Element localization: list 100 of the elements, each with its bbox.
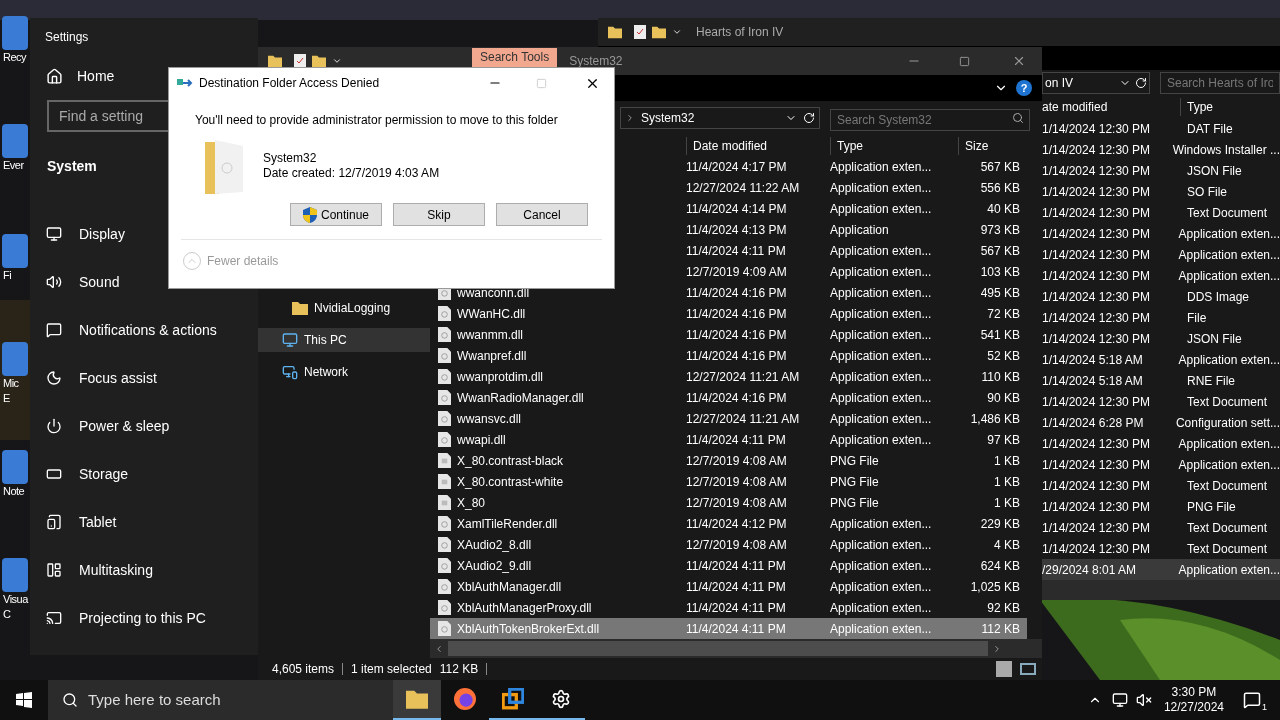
file-row[interactable]: Wwanpref.dll 11/4/2024 4:16 PM Application exten... 52 KB <box>430 345 1027 366</box>
column-header[interactable]: Date modified <box>686 136 830 155</box>
file-row[interactable]: 1/14/2024 12:30 PM Application exten... <box>1042 265 1280 286</box>
help-button[interactable]: ? <box>1016 80 1032 96</box>
table-cell-text: Application exten... <box>830 368 933 386</box>
file-row[interactable]: X_80.contrast-white 12/7/2019 4:08 AM PNG File 1 KB <box>430 471 1027 492</box>
nav-item[interactable]: Multitasking <box>30 546 258 594</box>
dialog-button[interactable]: Cancel <box>496 203 588 226</box>
file-row[interactable]: XblAuthManager.dll 11/4/2024 4:11 PM Application exten... 1,025 KB <box>430 576 1027 597</box>
table-cell-text: 40 KB <box>986 200 1020 218</box>
file-row[interactable]: XAudio2_9.dll 11/4/2024 4:11 PM Application exten... 624 KB <box>430 555 1027 576</box>
search-box[interactable]: Type here to search <box>48 680 393 720</box>
file-name: XAudio2_9.dll <box>457 557 532 575</box>
file-row[interactable]: XblAuthManagerProxy.dll 11/4/2024 4:11 PM Application exten... 92 KB <box>430 597 1027 618</box>
table-cell-text: Application exten... <box>830 431 933 449</box>
table-cell-text: 1/14/2024 12:30 PM <box>1042 288 1152 306</box>
file-row[interactable]: 1/14/2024 12:30 PM File <box>1042 307 1280 328</box>
file-row[interactable]: 1/14/2024 6:28 PM Configuration sett... <box>1042 412 1280 433</box>
desktop-icon-label: Ever <box>3 158 24 173</box>
nav-item[interactable]: NvidiaLogging <box>258 296 430 320</box>
file-row[interactable]: 1/14/2024 12:30 PM Application exten... <box>1042 433 1280 454</box>
table-cell-text: Application exten... <box>1177 435 1280 453</box>
file-row[interactable]: XamlTileRender.dll 11/4/2024 4:12 PM Application exten... 229 KB <box>430 513 1027 534</box>
nav-item[interactable]: Notifications & actions <box>30 306 258 354</box>
file-row[interactable]: 1/14/2024 12:30 PM Windows Installer ... <box>1042 139 1280 160</box>
file-row[interactable]: wwanprotdim.dll 12/27/2024 11:21 AM Application exten... 110 KB <box>430 366 1027 387</box>
search-field[interactable]: Search Hearts of Iro <box>1160 72 1280 94</box>
dialog-button[interactable]: Skip <box>393 203 485 226</box>
file-row[interactable]: 1/14/2024 12:30 PM JSON File <box>1042 328 1280 349</box>
selection-info: 1 item selected <box>351 661 432 678</box>
file-row[interactable]: 1/14/2024 12:30 PM Text Document <box>1042 202 1280 223</box>
table-cell-text: Text Document <box>1186 519 1268 537</box>
file-row[interactable]: 1/14/2024 12:30 PM Text Document <box>1042 475 1280 496</box>
column-header[interactable]: Type <box>1180 98 1213 116</box>
file-row[interactable]: 1/14/2024 12:30 PM DAT File <box>1042 118 1280 139</box>
table-cell-text: 12/27/2024 11:21 AM <box>686 410 801 428</box>
table-cell-text: Application exten... <box>830 242 933 260</box>
table-cell-text: 12/7/2019 4:08 AM <box>686 473 788 491</box>
file-row[interactable]: 1/14/2024 12:30 PM Application exten... <box>1042 454 1280 475</box>
file-row[interactable]: 1/14/2024 12:30 PM JSON File <box>1042 160 1280 181</box>
file-row[interactable]: wwanmm.dll 11/4/2024 4:16 PM Application exten... 541 KB <box>430 324 1027 345</box>
table-cell-text: Text Document <box>1186 204 1268 222</box>
file-row[interactable]: WwanRadioManager.dll 11/4/2024 4:16 PM Application exten... 90 KB <box>430 387 1027 408</box>
file-row[interactable]: 1/14/2024 12:30 PM DDS Image <box>1042 286 1280 307</box>
file-row[interactable]: wwapi.dll 11/4/2024 4:11 PM Application exten... 97 KB <box>430 429 1027 450</box>
address-bar[interactable]: on IV <box>1042 72 1150 94</box>
table-cell-text: Text Document <box>1186 477 1268 495</box>
column-header[interactable]: ate modified <box>1042 98 1180 116</box>
file-row[interactable]: 1/14/2024 12:30 PM Text Document <box>1042 517 1280 538</box>
file-row[interactable]: 1/14/2024 12:30 PM PNG File <box>1042 496 1280 517</box>
column-header[interactable]: Size <box>958 136 989 155</box>
file-row[interactable]: 1/14/2024 12:30 PM Application exten... <box>1042 244 1280 265</box>
table-cell-text: 11/4/2024 4:17 PM <box>686 158 788 176</box>
nav-item[interactable]: Focus assist <box>30 354 258 402</box>
file-name: wwanconn.dll <box>457 284 530 302</box>
column-header[interactable]: Type <box>830 136 958 155</box>
table-cell-text: PNG File <box>1186 498 1236 516</box>
table-cell-text: Application exten... <box>830 347 933 365</box>
file-row[interactable]: XAudio2_8.dll 12/7/2019 4:08 AM Application exten... 4 KB <box>430 534 1027 555</box>
table-cell-text: 1/14/2024 5:18 AM <box>1042 372 1144 390</box>
address-bar[interactable]: System32 <box>620 107 820 129</box>
file-row[interactable]: 1/14/2024 12:30 PM Application exten... <box>1042 223 1280 244</box>
file-row[interactable]: 1/14/2024 5:18 AM Application exten... <box>1042 349 1280 370</box>
nav-item[interactable]: Storage <box>30 450 258 498</box>
file-row[interactable]: WWanHC.dll 11/4/2024 4:16 PM Application exten... 72 KB <box>430 303 1027 324</box>
file-name: X_80 <box>457 494 486 512</box>
table-cell-text: Configuration sett... <box>1174 414 1280 432</box>
desktop-icon-label: Recy <box>3 50 27 65</box>
desktop-icon-label: Note <box>3 484 25 499</box>
file-name: wwanmm.dll <box>457 326 523 344</box>
file-row[interactable]: 1/14/2024 12:30 PM Text Document <box>1042 538 1280 559</box>
table-cell-text: Windows Installer ... <box>1171 141 1280 159</box>
table-cell-text: 1/14/2024 12:30 PM <box>1042 456 1152 474</box>
table-cell-text: DAT File <box>1186 120 1233 138</box>
table-cell-text: 12/27/2024 11:21 AM <box>686 368 801 386</box>
table-cell-text: /29/2024 8:01 AM <box>1042 561 1138 579</box>
nav-item[interactable]: Power & sleep <box>30 402 258 450</box>
file-row[interactable]: XblAuthTokenBrokerExt.dll 11/4/2024 4:11 PM Application exten... 112 KB <box>430 618 1027 639</box>
table-cell-text: 1/14/2024 5:18 AM <box>1042 351 1144 369</box>
table-cell-text: 12/7/2019 4:09 AM <box>686 263 788 281</box>
ribbon-tab[interactable]: Search Tools <box>472 48 558 67</box>
search-field[interactable]: Search System32 <box>830 109 1030 131</box>
file-row[interactable]: /29/2024 8:01 AM Application exten... <box>1042 559 1280 580</box>
file-row[interactable]: X_80 12/7/2019 4:08 AM PNG File 1 KB <box>430 492 1027 513</box>
file-row[interactable]: 1/14/2024 5:18 AM RNE File <box>1042 370 1280 391</box>
file-row[interactable]: 1/14/2024 12:30 PM Text Document <box>1042 391 1280 412</box>
nav-item[interactable]: This PC <box>258 328 430 352</box>
nav-item[interactable]: Projecting to this PC <box>30 594 258 642</box>
file-row[interactable]: 1/14/2024 12:30 PM SO File <box>1042 181 1280 202</box>
clock[interactable]: 3:30 PM 12/27/2024 <box>1163 685 1224 715</box>
file-row[interactable]: wwansvc.dll 12/27/2024 11:21 AM Application exten... 1,486 KB <box>430 408 1027 429</box>
nav-item[interactable]: Network <box>258 360 430 384</box>
file-row[interactable]: X_80.contrast-black 12/7/2019 4:08 AM PNG File 1 KB <box>430 450 1027 471</box>
table-cell-text: Application exten... <box>830 326 933 344</box>
dialog-button[interactable]: Continue <box>290 203 382 226</box>
nav-item[interactable]: Tablet <box>30 498 258 546</box>
table-cell-text: 4 KB <box>993 536 1020 554</box>
table-cell-text: 1/14/2024 12:30 PM <box>1042 435 1152 453</box>
file-name: X_80.contrast-black <box>457 452 564 470</box>
table-cell-text: 11/4/2024 4:16 PM <box>686 305 788 323</box>
